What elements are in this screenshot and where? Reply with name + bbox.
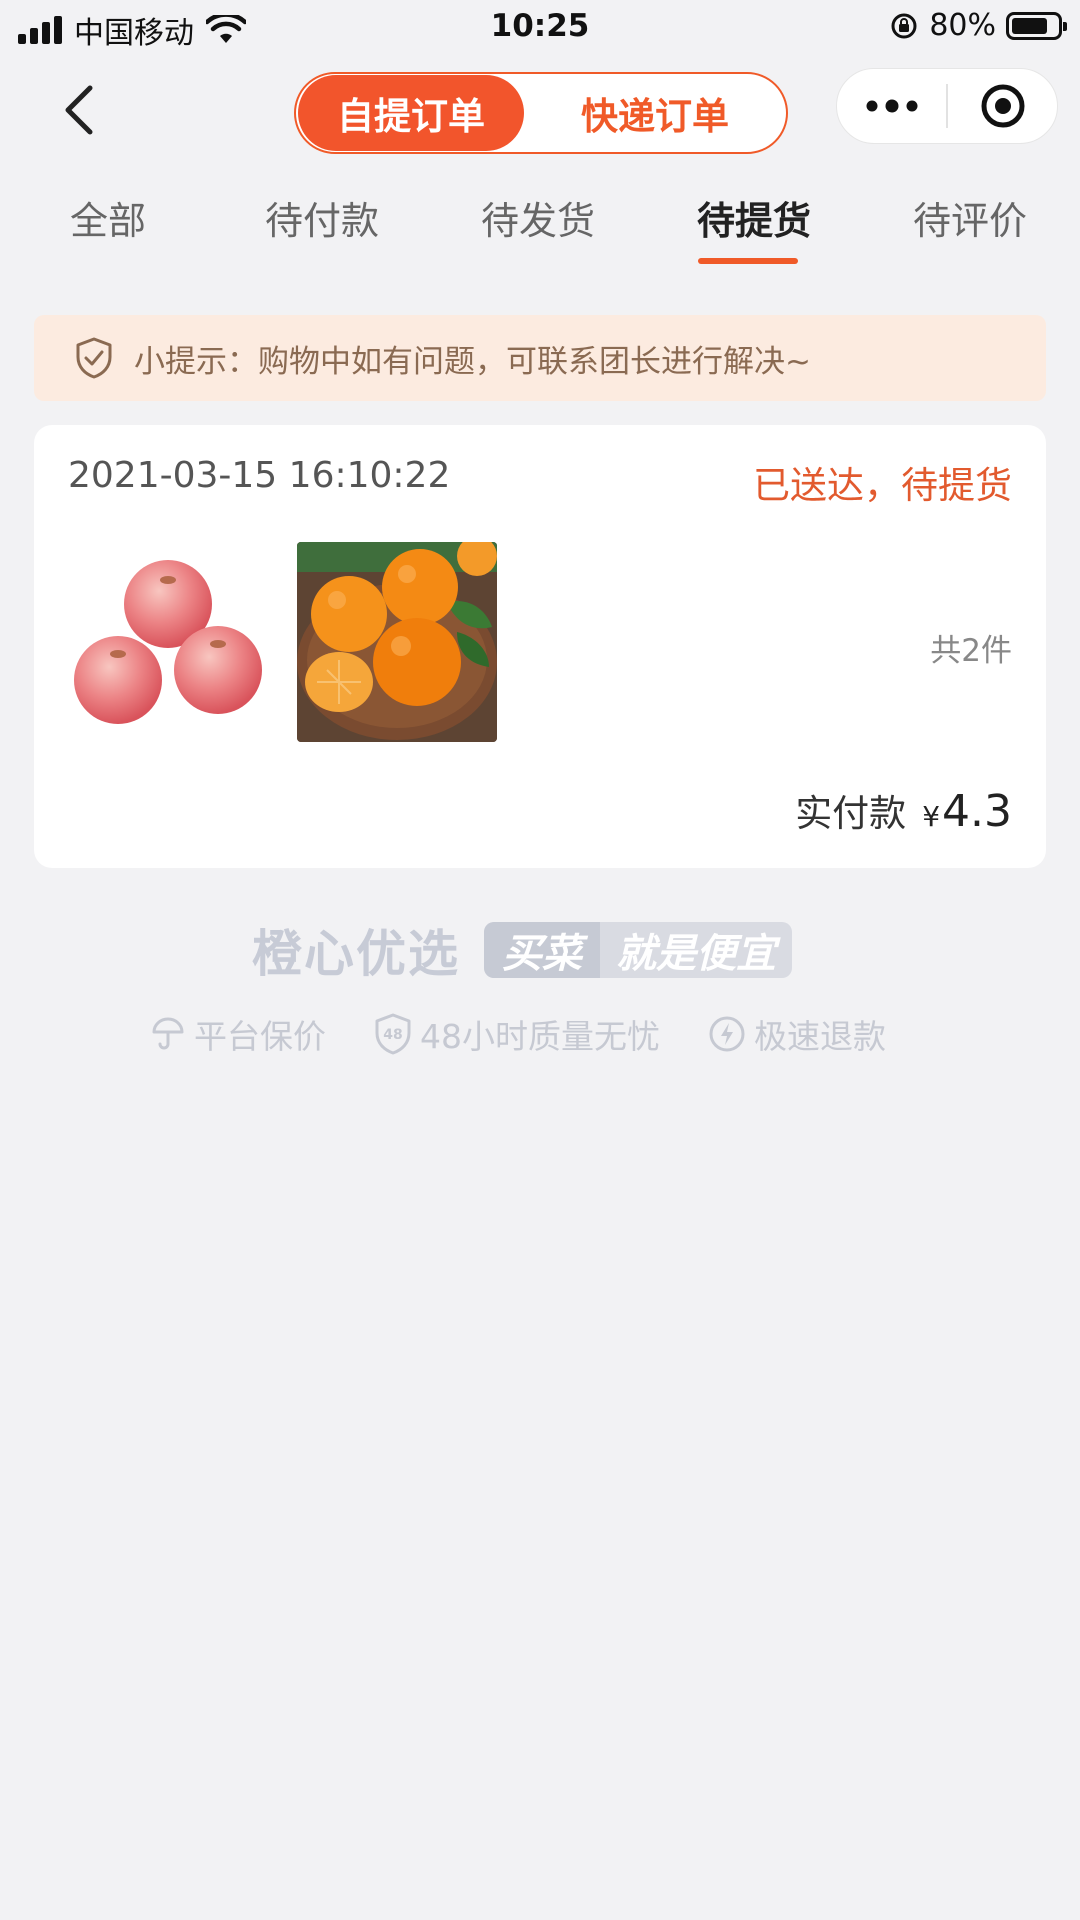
- guarantee-fast-refund: 极速退款: [708, 1010, 886, 1058]
- page: 中国移动 10:25 80% 自提订单 快递订单 全部 待付款 待发货 待提货 …: [0, 0, 1080, 1920]
- product-image-orange[interactable]: [297, 542, 497, 742]
- product-image-apple[interactable]: [68, 542, 268, 742]
- status-bar: 中国移动 10:25 80%: [0, 0, 1080, 56]
- paid-amount: ¥ 4.3: [922, 786, 1012, 837]
- svg-text:48: 48: [383, 1027, 402, 1043]
- brand-slogan: 买菜 就是便宜: [484, 922, 792, 978]
- amount-value: 4.3: [942, 786, 1012, 837]
- guarantee-quality: 48 48小时质量无忧: [374, 1010, 660, 1058]
- tip-notice: 小提示：购物中如有问题，可联系团长进行解决~: [34, 315, 1046, 401]
- tab-pending-review[interactable]: 待评价: [913, 190, 1027, 245]
- guarantee-label: 极速退款: [754, 1017, 886, 1056]
- order-status: 已送达，待提货: [753, 464, 1012, 507]
- item-count: 共2件: [930, 633, 1012, 669]
- service-guarantees: 平台保价 48 48小时质量无忧 极速退款: [150, 1010, 886, 1058]
- order-status-tabs: 全部 待付款 待发货 待提货 待评价: [0, 190, 1080, 270]
- tab-self-pickup-orders[interactable]: 自提订单: [298, 75, 524, 151]
- tip-text: 小提示：购物中如有问题，可联系团长进行解决~: [134, 343, 811, 380]
- more-button[interactable]: [837, 69, 946, 143]
- slogan-part-b: 就是便宜: [616, 931, 776, 977]
- tab-express-orders[interactable]: 快递订单: [524, 74, 786, 152]
- close-target-icon: [981, 84, 1024, 128]
- rotation-lock-icon: [891, 13, 917, 38]
- slogan-part-a: 买菜: [484, 922, 600, 978]
- guarantee-price-protection: 平台保价: [150, 1010, 326, 1058]
- lightning-icon: [709, 1016, 745, 1052]
- battery-percent: 80%: [929, 8, 996, 43]
- order-card[interactable]: 2021-03-15 16:10:22 已送达，待提货 共2件 实付款 ¥ 4.…: [34, 425, 1046, 868]
- back-arrow-icon: [65, 85, 93, 135]
- tab-pending-payment[interactable]: 待付款: [265, 190, 379, 245]
- order-type-switch: 自提订单 快递订单: [294, 72, 788, 154]
- battery-fill: [1012, 17, 1048, 34]
- umbrella-icon: [152, 1017, 184, 1050]
- back-button[interactable]: [60, 82, 110, 142]
- guarantee-label: 48小时质量无忧: [420, 1017, 660, 1056]
- currency-symbol: ¥: [922, 800, 941, 833]
- status-right: 80%: [889, 8, 1067, 43]
- miniprogram-capsule: [836, 68, 1058, 144]
- active-tab-indicator: [698, 258, 798, 264]
- tab-pending-shipment[interactable]: 待发货: [481, 190, 595, 245]
- tab-all[interactable]: 全部: [70, 190, 146, 245]
- guarantee-label: 平台保价: [194, 1017, 326, 1056]
- order-time: 2021-03-15 16:10:22: [68, 455, 451, 496]
- tab-pending-pickup[interactable]: 待提货: [697, 190, 811, 245]
- more-icon: [866, 99, 917, 113]
- apple-image: [74, 560, 262, 724]
- payment-row: 实付款 ¥ 4.3: [795, 783, 1012, 837]
- paid-amount-label: 实付款: [795, 792, 907, 835]
- orange-image: [297, 542, 497, 742]
- shield-check-icon: [76, 337, 112, 379]
- close-button[interactable]: [948, 69, 1057, 143]
- shield-48-icon: 48: [375, 1013, 411, 1055]
- brand-name: 橙心优选: [252, 925, 460, 983]
- brand-banner: 橙心优选 买菜 就是便宜: [252, 920, 792, 983]
- battery-icon: [1006, 11, 1067, 40]
